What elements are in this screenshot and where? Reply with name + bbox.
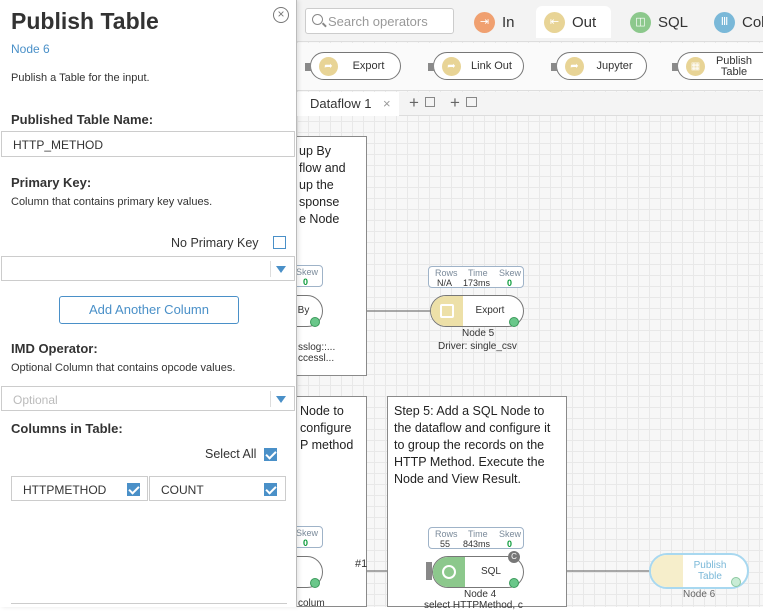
panel-node-label: Node 6 xyxy=(11,42,50,56)
comment-note-1[interactable]: up By flow and up the sponse e Node xyxy=(290,136,367,376)
table-name-label: Published Table Name: xyxy=(11,112,154,127)
node-stats-sql: Rows Time Skew 55 843ms 0 xyxy=(428,527,524,549)
sql-icon xyxy=(442,565,456,579)
column-item-httpmethod[interactable]: HTTPMETHOD xyxy=(11,476,148,501)
tab-col[interactable]: Ⅲ Col xyxy=(706,6,763,38)
no-primary-key-checkbox[interactable] xyxy=(273,236,286,249)
primary-key-desc: Column that contains primary key values. xyxy=(11,196,213,208)
select-all-checkbox[interactable] xyxy=(264,448,277,461)
sql-node-output-dot[interactable] xyxy=(509,578,519,588)
link-out-icon: ➦ xyxy=(442,57,461,76)
publish-node-output-dot[interactable] xyxy=(731,577,741,587)
add-sql-tab-icon[interactable]: + xyxy=(450,93,460,113)
no-primary-key-label: No Primary Key xyxy=(171,236,259,250)
sql-console-icon[interactable] xyxy=(466,97,477,107)
tab-in[interactable]: ⇥ In xyxy=(466,6,534,38)
in-icon: ⇥ xyxy=(474,12,495,33)
columns-in-table-label: Columns in Table: xyxy=(11,421,123,436)
operator-export[interactable]: ➦ Export xyxy=(305,52,401,80)
operator-link-out[interactable]: ➦ Link Out xyxy=(428,52,524,80)
column-item-count[interactable]: COUNT xyxy=(149,476,286,501)
operator-publish-table[interactable]: ▦ Publish Table xyxy=(672,52,763,80)
imd-operator-desc: Optional Column that contains opcode val… xyxy=(11,362,236,374)
export-node-desc: Driver: single_csv xyxy=(438,341,517,352)
chevron-down-icon xyxy=(276,266,286,273)
sql-node-desc: select HTTPMethod, c xyxy=(424,600,523,611)
sql-node-input-port xyxy=(426,562,432,580)
export-icon xyxy=(440,304,454,318)
tab-sql[interactable]: ◫ SQL xyxy=(622,6,702,38)
export-node-output-dot[interactable] xyxy=(509,317,519,327)
dataflow-tree-icon[interactable] xyxy=(425,97,435,107)
tab-out[interactable]: ⇤ Out xyxy=(536,6,611,38)
dataflow-tab-row: Dataflow 1 × + + xyxy=(297,92,763,116)
column-checkbox-count[interactable] xyxy=(264,483,277,496)
node-partial-1-output-dot[interactable] xyxy=(310,317,320,327)
select-all-label: Select All xyxy=(205,447,257,461)
search-operators-input[interactable]: Search operators xyxy=(305,8,454,34)
search-icon xyxy=(312,14,323,25)
export-node-name: Node 5 xyxy=(462,328,495,339)
sql-node-badge: C xyxy=(508,551,520,563)
table-name-input[interactable]: HTTP_METHOD xyxy=(1,131,295,157)
publish-table-node-label: Publish Table xyxy=(693,560,727,582)
export-icon: ➦ xyxy=(319,57,338,76)
panel-bottom-divider xyxy=(11,603,287,604)
edge-label: #1 xyxy=(355,558,368,570)
node-stats-export: Rows Time Skew N/A 173ms 0 xyxy=(428,266,524,288)
tab-dataflow-1[interactable]: Dataflow 1 × xyxy=(297,92,399,116)
chevron-down-icon xyxy=(276,396,286,403)
imd-operator-label: IMD Operator: xyxy=(11,341,98,356)
primary-key-dropdown[interactable] xyxy=(1,256,295,281)
panel-description: Publish a Table for the input. xyxy=(11,72,150,84)
operator-jupyter[interactable]: ➦ Jupyter xyxy=(551,52,647,80)
out-icon: ⇤ xyxy=(544,12,565,33)
publish-node-name: Node 6 xyxy=(683,589,716,600)
node-partial-2-output-dot[interactable] xyxy=(310,578,320,588)
column-icon: Ⅲ xyxy=(714,12,735,33)
sql-node-name: Node 4 xyxy=(464,589,497,600)
table-icon: ▦ xyxy=(686,57,705,76)
node-partial-1-sub2: ccessl... xyxy=(298,353,335,364)
publish-table-panel: Publish Table × Node 6 Publish a Table f… xyxy=(0,0,297,607)
primary-key-label: Primary Key: xyxy=(11,175,92,190)
add-dataflow-icon[interactable]: + xyxy=(409,93,419,113)
node-partial-2-sub: colum xyxy=(298,598,325,609)
sql-icon: ◫ xyxy=(630,12,651,33)
column-checkbox-httpmethod[interactable] xyxy=(127,483,140,496)
add-another-column-button[interactable]: Add Another Column xyxy=(59,296,239,324)
node-partial-1-sub1: sslog::... xyxy=(298,342,336,353)
close-icon[interactable]: × xyxy=(273,7,289,23)
close-tab-icon[interactable]: × xyxy=(383,96,391,111)
panel-title: Publish Table xyxy=(11,8,159,34)
imd-operator-dropdown[interactable]: Optional xyxy=(1,386,295,411)
jupyter-icon: ➦ xyxy=(565,57,584,76)
